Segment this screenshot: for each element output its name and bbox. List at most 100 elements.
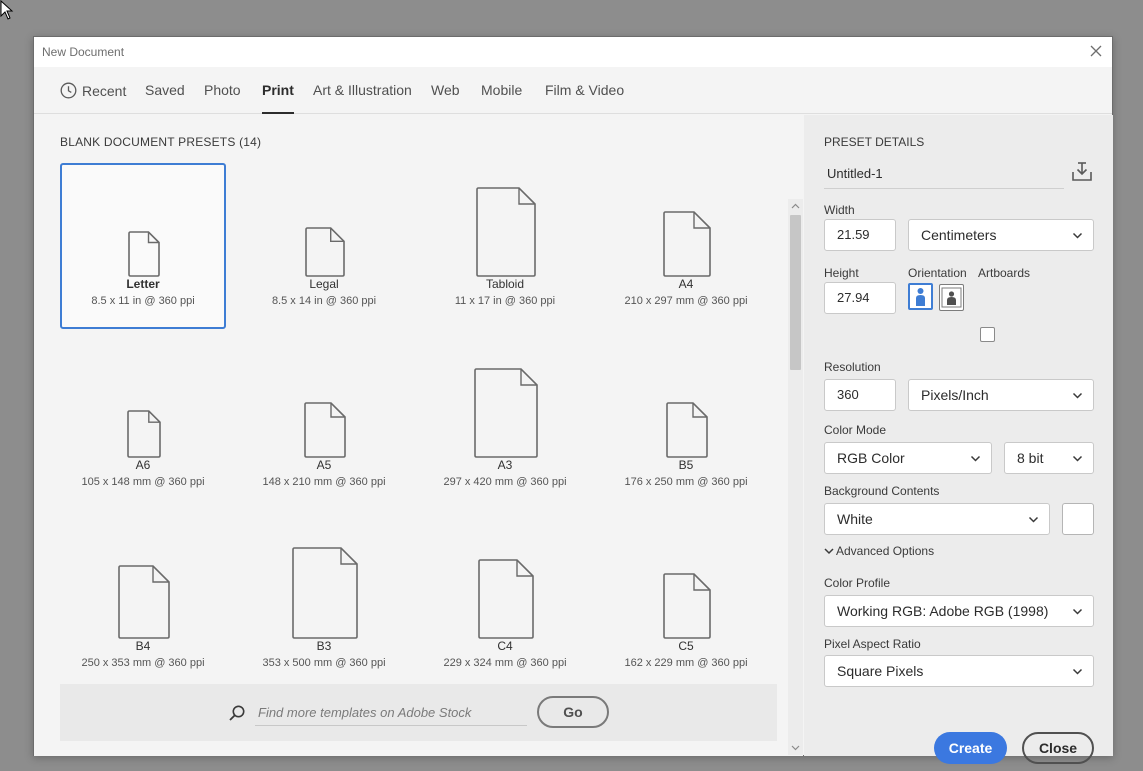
tab-web[interactable]: Web [431, 82, 460, 114]
width-field[interactable]: 21.59 [824, 219, 896, 251]
preset-size: 11 x 17 in @ 360 ppi [454, 295, 556, 307]
preset-card-a3[interactable]: A3 297 x 420 mm @ 360 ppi [422, 344, 588, 510]
create-button[interactable]: Create [934, 732, 1007, 764]
preset-card-b4[interactable]: B4 250 x 353 mm @ 360 ppi [60, 525, 226, 691]
preset-name: C4 [497, 639, 513, 653]
tab-label: Print [262, 82, 294, 98]
preset-name: Letter [126, 277, 160, 291]
close-button[interactable]: Close [1022, 732, 1094, 764]
pixel-aspect-ratio-select[interactable]: Square Pixels [824, 655, 1094, 687]
preset-size: 250 x 353 mm @ 360 ppi [81, 657, 205, 669]
width-unit-value: Centimeters [921, 227, 997, 243]
close-icon[interactable] [1088, 43, 1104, 59]
preset-name: A5 [316, 458, 332, 472]
preset-card-b5[interactable]: B5 176 x 250 mm @ 360 ppi [603, 344, 769, 510]
tab-label: Art & Illustration [313, 82, 412, 98]
resolution-unit-select[interactable]: Pixels/Inch [908, 379, 1094, 411]
preset-card-legal[interactable]: Legal 8.5 x 14 in @ 360 ppi [241, 163, 407, 329]
scroll-down-arrow-icon[interactable] [791, 743, 800, 752]
preset-name: A4 [678, 277, 694, 291]
go-button[interactable]: Go [537, 696, 609, 728]
portrait-orientation-button[interactable] [908, 283, 933, 310]
preset-details-heading: PRESET DETAILS [824, 135, 925, 149]
color-profile-select[interactable]: Working RGB: Adobe RGB (1998) [824, 595, 1094, 627]
tab-label: Recent [82, 83, 127, 99]
landscape-orientation-button[interactable] [939, 284, 964, 311]
tab-print[interactable]: Print [262, 82, 294, 114]
tab-art-illustration[interactable]: Art & Illustration [313, 82, 412, 114]
artboards-label: Artboards [978, 266, 1031, 280]
artboards-checkbox[interactable] [980, 327, 995, 342]
chevron-down-icon [824, 548, 834, 555]
chevron-down-icon [1072, 668, 1083, 675]
preset-card-tabloid[interactable]: Tabloid 11 x 17 in @ 360 ppi [422, 163, 588, 329]
chevron-down-icon [1072, 232, 1083, 239]
scrollbar-thumb[interactable] [790, 215, 801, 370]
presets-scrollbar[interactable] [788, 199, 803, 755]
tab-label: Photo [204, 82, 241, 98]
height-label: Height [824, 266, 859, 280]
preset-size: 162 x 229 mm @ 360 ppi [624, 657, 748, 669]
preset-card-a6[interactable]: A6 105 x 148 mm @ 360 ppi [60, 344, 226, 510]
stock-search-input[interactable] [255, 700, 527, 726]
background-color-swatch[interactable] [1062, 503, 1094, 535]
pixel-aspect-ratio-value: Square Pixels [837, 663, 924, 679]
document-page-icon [478, 559, 534, 639]
preset-size: 176 x 250 mm @ 360 ppi [624, 476, 748, 488]
document-page-icon [476, 187, 536, 277]
advanced-options-toggle[interactable]: Advanced Options [824, 544, 934, 558]
chevron-down-icon [1028, 516, 1039, 523]
resolution-field[interactable]: 360 [824, 379, 896, 411]
preset-size: 105 x 148 mm @ 360 ppi [81, 476, 205, 488]
preset-name: B3 [316, 639, 332, 653]
stock-search-bar: Go [60, 684, 777, 741]
document-page-icon [666, 402, 708, 458]
background-contents-value: White [837, 511, 873, 527]
preset-name: A6 [135, 458, 151, 472]
search-icon [229, 705, 245, 721]
color-mode-label: Color Mode [824, 423, 887, 437]
tab-label: Film & Video [545, 82, 625, 98]
preset-card-c5[interactable]: C5 162 x 229 mm @ 360 ppi [603, 525, 769, 691]
preset-size: 353 x 500 mm @ 360 ppi [262, 657, 386, 669]
preset-name: B5 [678, 458, 694, 472]
dialog-title: New Document [42, 45, 125, 59]
chevron-down-icon [970, 455, 981, 462]
chevron-down-icon [1072, 608, 1083, 615]
tab-saved[interactable]: Saved [145, 82, 185, 114]
document-page-icon [663, 211, 711, 277]
preset-details-panel: PRESET DETAILS Width 21.59 Centimeters H… [804, 115, 1113, 764]
landscape-person-icon [941, 287, 962, 308]
preset-card-c4[interactable]: C4 229 x 324 mm @ 360 ppi [422, 525, 588, 691]
resolution-unit-value: Pixels/Inch [921, 387, 989, 403]
background-contents-select[interactable]: White [824, 503, 1050, 535]
preset-card-a5[interactable]: A5 148 x 210 mm @ 360 ppi [241, 344, 407, 510]
tab-label: Saved [145, 82, 185, 98]
document-page-icon [127, 410, 161, 458]
tab-photo[interactable]: Photo [204, 82, 241, 114]
color-profile-value: Working RGB: Adobe RGB (1998) [837, 603, 1049, 619]
width-label: Width [824, 203, 855, 217]
portrait-person-icon [916, 288, 925, 306]
presets-panel: BLANK DOCUMENT PRESETS (14) Letter 8.5 x … [34, 115, 803, 756]
width-unit-select[interactable]: Centimeters [908, 219, 1094, 251]
scroll-up-arrow-icon[interactable] [791, 202, 800, 211]
preset-name: Tabloid [485, 277, 525, 291]
tab-film-video[interactable]: Film & Video [545, 82, 624, 114]
height-field[interactable]: 27.94 [824, 282, 896, 314]
preset-card-b3[interactable]: B3 353 x 500 mm @ 360 ppi [241, 525, 407, 691]
color-mode-select[interactable]: RGB Color [824, 442, 992, 474]
save-preset-icon[interactable] [1071, 161, 1093, 183]
color-mode-value: RGB Color [837, 450, 905, 466]
preset-name: A3 [497, 458, 513, 472]
preset-card-letter[interactable]: Letter 8.5 x 11 in @ 360 ppi [60, 163, 226, 329]
preset-name: Legal [309, 277, 339, 291]
tab-mobile[interactable]: Mobile [481, 82, 522, 114]
preset-card-a4[interactable]: A4 210 x 297 mm @ 360 ppi [603, 163, 769, 329]
bit-depth-select[interactable]: 8 bit [1004, 442, 1094, 474]
document-page-icon [663, 573, 711, 639]
title-bar: New Document [34, 37, 1112, 67]
tab-recent[interactable]: Recent [60, 82, 126, 114]
document-name-field[interactable] [824, 159, 1064, 189]
document-page-icon [305, 227, 345, 277]
